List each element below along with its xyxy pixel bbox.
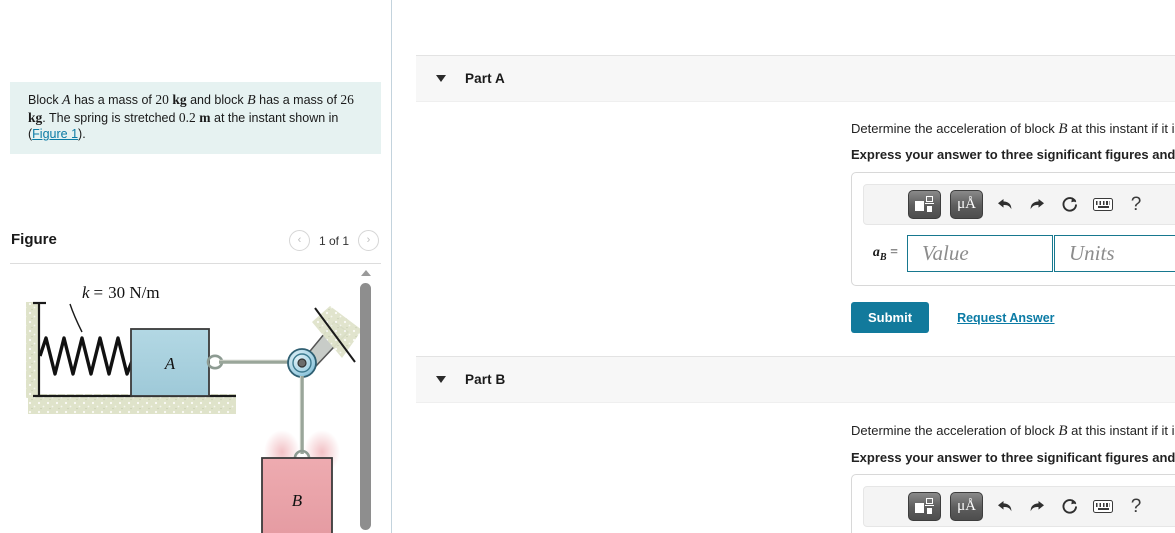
- part-b-answer-toolbar: μÅ ?: [863, 486, 1175, 527]
- units-icon-label: μÅ: [957, 196, 976, 212]
- figure-viewport[interactable]: k = 30 N/m A B: [10, 266, 381, 533]
- figure-header: Figure ‹ 1 of 1 ›: [10, 228, 381, 264]
- part-a-question: Determine the acceleration of block B at…: [851, 121, 1175, 137]
- part-b-header[interactable]: Part B: [416, 356, 1175, 403]
- scroll-up-arrow-icon[interactable]: [361, 270, 371, 276]
- part-a-label: Part A: [465, 71, 505, 86]
- math-token: 0.2: [178, 109, 196, 125]
- figure-counter: 1 of 1: [318, 233, 350, 248]
- figure-prev-button[interactable]: ‹: [289, 230, 310, 251]
- caret-down-icon: [436, 376, 446, 383]
- pulley-axle: [297, 358, 307, 368]
- part-a-answer-toolbar: μÅ ?: [863, 184, 1175, 225]
- spring-leader-line: [69, 303, 83, 333]
- math-token: 20: [155, 92, 169, 107]
- reset-icon[interactable]: [1058, 192, 1082, 218]
- keyboard-icon[interactable]: [1091, 192, 1115, 218]
- part-a-header[interactable]: Part A: [416, 55, 1175, 102]
- spring-constant-label: k = 30 N/m: [82, 283, 160, 302]
- figure-title: Figure: [11, 231, 57, 248]
- figure-1-link[interactable]: Figure 1: [32, 127, 78, 141]
- block-a-label: A: [164, 354, 176, 373]
- redo-icon[interactable]: [1025, 494, 1049, 520]
- math-token: kg: [172, 92, 187, 107]
- scrollbar-thumb[interactable]: [360, 283, 371, 530]
- undo-icon[interactable]: [992, 494, 1016, 520]
- problem-statement: Block A has a mass of 20 kg and block B …: [10, 82, 381, 154]
- math-token: m: [199, 109, 211, 125]
- help-icon[interactable]: ?: [1124, 494, 1148, 520]
- part-a-variable-label: aB =: [872, 244, 898, 263]
- part-b-instruction: Express your answer to three significant…: [851, 450, 1175, 465]
- part-a-answer-row: aB =: [863, 235, 1175, 272]
- part-a-value-input[interactable]: [907, 235, 1053, 272]
- figure-scrollbar[interactable]: [358, 266, 375, 533]
- units-icon[interactable]: μÅ: [950, 492, 983, 521]
- keyboard-icon[interactable]: [1091, 494, 1115, 520]
- part-a-submit-row: Submit Request Answer: [851, 302, 1055, 333]
- redo-icon[interactable]: [1025, 192, 1049, 218]
- help-icon[interactable]: ?: [1124, 192, 1148, 218]
- part-a-units-input[interactable]: [1054, 235, 1175, 272]
- reset-icon[interactable]: [1058, 494, 1082, 520]
- figure-next-button[interactable]: ›: [358, 230, 379, 251]
- undo-icon[interactable]: [992, 192, 1016, 218]
- block-b-label: B: [292, 491, 303, 510]
- mastering-physics-problem-page: Block A has a mass of 20 kg and block B …: [0, 0, 1175, 533]
- figure-navigation: ‹ 1 of 1 ›: [289, 230, 379, 251]
- units-icon[interactable]: μÅ: [950, 190, 983, 219]
- spring: [38, 336, 136, 376]
- math-token: B: [1058, 121, 1068, 137]
- submit-button[interactable]: Submit: [851, 302, 930, 333]
- caret-down-icon: [436, 75, 446, 82]
- figure-diagram: k = 30 N/m A B: [26, 283, 362, 533]
- math-token: 26: [340, 92, 354, 107]
- math-template-icon[interactable]: [908, 190, 941, 219]
- right-panel: Part A Determine the acceleration of blo…: [392, 0, 1175, 533]
- units-icon-label: μÅ: [957, 498, 976, 514]
- math-token: B: [247, 93, 256, 108]
- part-b-label: Part B: [465, 372, 506, 387]
- math-template-icon[interactable]: [908, 492, 941, 521]
- math-token: B: [1058, 423, 1068, 439]
- part-b-answer-card: μÅ ?: [851, 474, 1175, 533]
- left-panel: Block A has a mass of 20 kg and block B …: [0, 0, 392, 533]
- request-answer-link[interactable]: Request Answer: [957, 311, 1054, 325]
- part-b-question: Determine the acceleration of block B at…: [851, 423, 1175, 439]
- problem-statement-text: Block A has a mass of 20 kg and block B …: [28, 92, 354, 141]
- part-a-answer-card: μÅ ? aB = Value Units: [851, 172, 1175, 286]
- math-token: A: [62, 93, 71, 108]
- math-token: kg: [28, 109, 43, 125]
- part-a-instruction: Express your answer to three significant…: [851, 147, 1175, 162]
